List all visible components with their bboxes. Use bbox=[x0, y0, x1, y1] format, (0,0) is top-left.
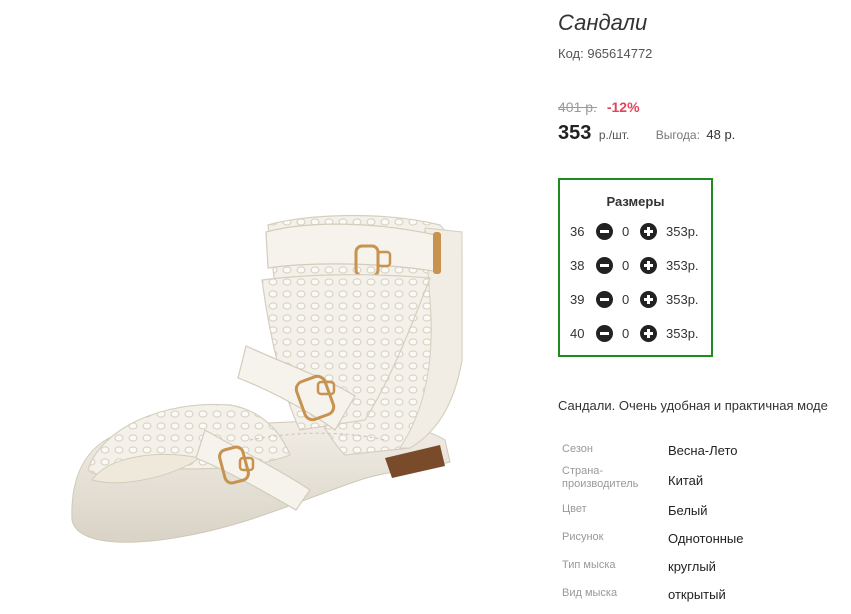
quantity-value: 0 bbox=[622, 292, 630, 307]
attribute-value: Однотонные bbox=[668, 531, 744, 546]
product-image[interactable] bbox=[0, 0, 530, 614]
sandal-illustration bbox=[71, 214, 463, 543]
size-price: 353р. bbox=[666, 326, 699, 341]
product-info: Сандали Код: 965614772 401 р. -12% 353 р… bbox=[558, 0, 851, 614]
price-row: 353 р./шт. Выгода: 48 р. bbox=[558, 122, 735, 145]
sizes-box: Размеры 36 0 353р. 38 0 353р. 39 0 353р.… bbox=[558, 178, 713, 357]
size-price: 353р. bbox=[666, 258, 699, 273]
savings-value: 48 р. bbox=[706, 127, 736, 142]
product-title: Сандали bbox=[558, 10, 648, 35]
current-price: 353 bbox=[558, 122, 592, 144]
attribute-label: Тип мыска bbox=[562, 559, 616, 571]
plus-circle-icon[interactable] bbox=[640, 291, 657, 308]
size-price: 353р. bbox=[666, 224, 699, 239]
attribute-label: Вид мыска bbox=[562, 587, 618, 599]
product-code: Код: 965614772 bbox=[558, 46, 652, 61]
minus-circle-icon[interactable] bbox=[596, 325, 613, 342]
attribute-value: Белый bbox=[668, 503, 708, 518]
size-value: 39 bbox=[570, 292, 585, 307]
attribute-value: Весна-Лето bbox=[668, 443, 738, 458]
quantity-value: 0 bbox=[622, 258, 630, 273]
product-description: Сандали. Очень удобная и практичная моде bbox=[558, 398, 828, 413]
size-row: 36 0 353р. bbox=[570, 222, 710, 242]
plus-circle-icon[interactable] bbox=[640, 325, 657, 342]
savings-label: Выгода: bbox=[655, 128, 700, 142]
size-row: 40 0 353р. bbox=[570, 324, 710, 344]
attribute-value: Китай bbox=[668, 473, 704, 488]
minus-circle-icon[interactable] bbox=[596, 223, 613, 240]
plus-circle-icon[interactable] bbox=[640, 223, 657, 240]
size-row: 39 0 353р. bbox=[570, 290, 710, 310]
product-code-value: 965614772 bbox=[587, 46, 653, 61]
product-code-label: Код: bbox=[558, 46, 584, 61]
attribute-label: Страна- производитель bbox=[562, 465, 639, 490]
quantity-value: 0 bbox=[622, 326, 630, 341]
attribute-value: открытый bbox=[668, 587, 726, 602]
size-value: 38 bbox=[570, 258, 585, 273]
discount-badge: -12% bbox=[606, 99, 640, 115]
old-price: 401 р. bbox=[558, 99, 597, 115]
size-price: 353р. bbox=[666, 292, 699, 307]
size-value: 40 bbox=[570, 326, 585, 341]
price-unit: р./шт. bbox=[598, 128, 630, 142]
old-price-row: 401 р. -12% bbox=[558, 99, 640, 115]
attribute-label: Рисунок bbox=[562, 531, 604, 543]
minus-circle-icon[interactable] bbox=[596, 291, 613, 308]
plus-circle-icon[interactable] bbox=[640, 257, 657, 274]
quantity-value: 0 bbox=[622, 224, 630, 239]
sizes-title: Размеры bbox=[606, 194, 665, 209]
minus-circle-icon[interactable] bbox=[596, 257, 613, 274]
size-row: 38 0 353р. bbox=[570, 256, 710, 276]
attribute-label: Цвет bbox=[562, 503, 587, 515]
attribute-label: Сезон bbox=[562, 443, 593, 455]
size-value: 36 bbox=[570, 224, 585, 239]
product-page: Сандали Код: 965614772 401 р. -12% 353 р… bbox=[0, 0, 851, 614]
attribute-value: круглый bbox=[668, 559, 716, 574]
